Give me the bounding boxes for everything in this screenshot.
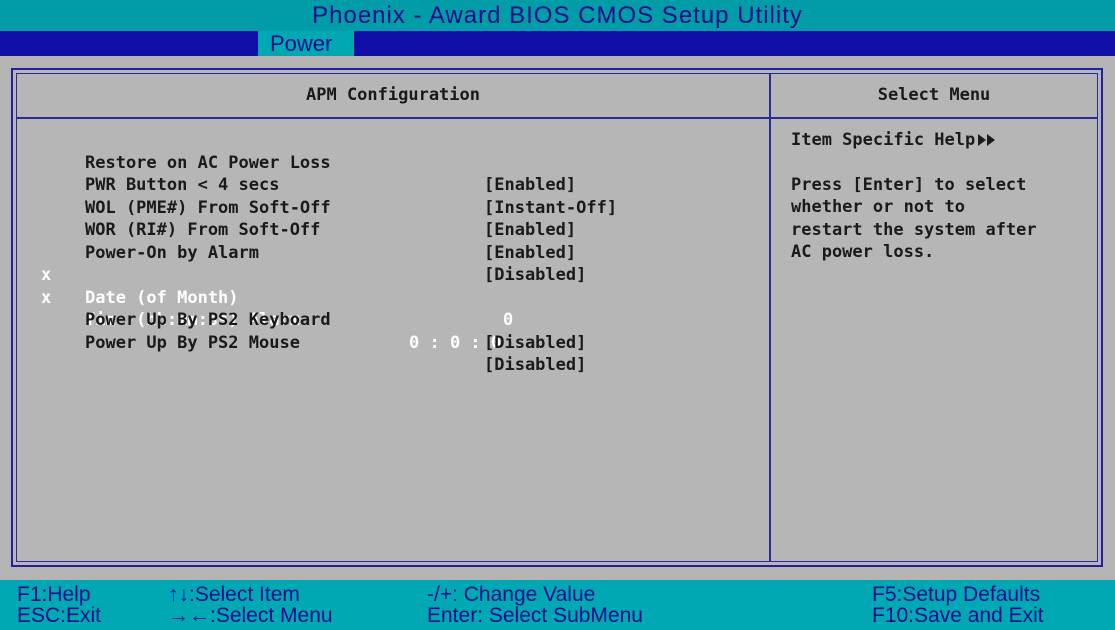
help-panel: Item Specific Help Press [Enter] to sele…	[791, 129, 1101, 264]
setting-restore-ac-power-loss[interactable]: Restore on AC Power Loss [Enabled]	[17, 129, 767, 196]
header-divider	[17, 117, 1097, 119]
setting-wol-pme[interactable]: WOL (PME#) From Soft-Off [Enabled]	[17, 174, 767, 241]
key-exit: ESC:Exit	[17, 604, 102, 627]
setting-ps2-mouse[interactable]: Power Up By PS2 Mouse [Disabled]	[17, 309, 767, 376]
footer-keys: F1:Help ESC:Exit ↑↓:Select Item →←:Selec…	[0, 580, 1115, 630]
setting-pwr-button[interactable]: PWR Button < 4 secs [Instant-Off]	[17, 152, 767, 218]
help-panel-title: Select Menu	[877, 85, 991, 105]
panel-divider	[769, 74, 771, 561]
setting-alarm-date: x Date (of Month) 0	[17, 242, 767, 330]
key-help: F1:Help	[17, 583, 91, 606]
bios-title: Phoenix - Award BIOS CMOS Setup Utility	[0, 0, 1115, 31]
settings-list: Restore on AC Power Loss [Enabled] PWR B…	[17, 129, 767, 376]
key-select-menu: →←:Select Menu	[168, 604, 333, 627]
key-select-item: ↑↓:Select Item	[168, 583, 300, 606]
key-change-value: -/+: Change Value	[427, 583, 596, 606]
setting-value[interactable]: [Disabled]	[484, 354, 586, 377]
setting-label: Power Up By PS2 Mouse	[85, 332, 300, 353]
key-select-submenu: Enter: Select SubMenu	[427, 604, 643, 627]
panel-inner: APM Configuration Select Menu Restore on…	[16, 73, 1098, 562]
key-setup-defaults: F5:Setup Defaults	[872, 583, 1041, 606]
setting-wor-ri[interactable]: WOR (RI#) From Soft-Off [Enabled]	[17, 197, 767, 263]
key-save-exit: F10:Save and Exit	[872, 604, 1044, 627]
setting-power-on-by-alarm[interactable]: Power-On by Alarm [Disabled]	[17, 219, 767, 286]
main-panel: APM Configuration Select Menu Restore on…	[11, 68, 1103, 567]
help-title: Item Specific Help	[791, 130, 976, 150]
setting-ps2-keyboard[interactable]: Power Up By PS2 Keyboard [Disabled]	[17, 287, 767, 353]
tab-power[interactable]: Power	[258, 31, 354, 56]
menu-bar: Power	[0, 31, 1115, 56]
help-text: Press [Enter] to select whether or not t…	[791, 174, 1037, 263]
section-title: APM Configuration	[306, 85, 480, 105]
setting-alarm-time: x Time (hh:mm:ss) Alarm 0 : 0 : 0	[17, 264, 767, 353]
double-arrow-icon	[978, 134, 996, 147]
help-title-row: Item Specific Help	[791, 129, 1101, 152]
setting-value[interactable]: [Disabled]	[484, 332, 586, 355]
